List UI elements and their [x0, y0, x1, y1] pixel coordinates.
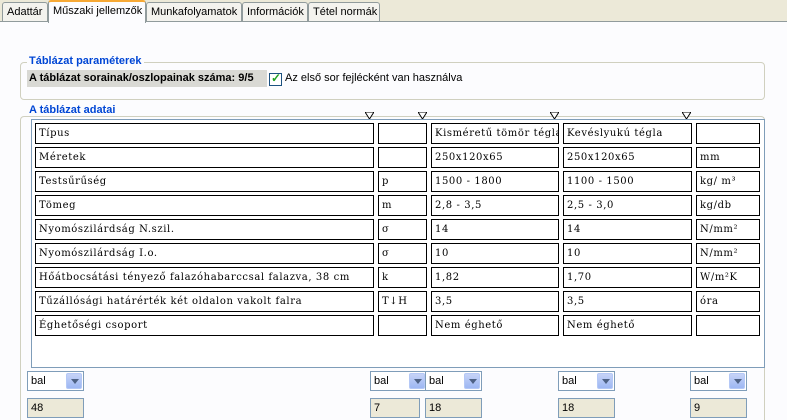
- table-cell[interactable]: 14: [431, 219, 559, 240]
- align-select-col1[interactable]: bal: [27, 371, 84, 391]
- table-cell[interactable]: 2,5 - 3,0: [563, 195, 692, 216]
- table-cell[interactable]: kg/ m³: [696, 171, 760, 192]
- params-title: Táblázat paraméterek: [27, 55, 144, 67]
- table-cell[interactable]: Típus: [35, 123, 374, 144]
- table-cell[interactable]: N/mm²: [696, 219, 760, 240]
- chevron-down-icon[interactable]: [66, 373, 82, 389]
- data-table[interactable]: Típus Kisméretű tömör tégla Kevéslyukú t…: [31, 119, 765, 368]
- table-cell[interactable]: W/m²K: [696, 267, 760, 288]
- tab-munkafolyamatok[interactable]: Munkafolyamatok: [146, 2, 242, 22]
- table-cell[interactable]: Méretek: [35, 147, 374, 168]
- align-select-value: bal: [429, 375, 444, 387]
- table-cell[interactable]: 1,70: [563, 267, 692, 288]
- align-select-col5[interactable]: bal: [690, 371, 747, 391]
- table-cell[interactable]: N/mm²: [696, 243, 760, 264]
- align-select-col2[interactable]: bal: [370, 371, 427, 391]
- table-cell[interactable]: kg/db: [696, 195, 760, 216]
- chevron-down-icon[interactable]: [729, 373, 745, 389]
- align-select-col4[interactable]: bal: [558, 371, 615, 391]
- width-input-col2[interactable]: 7: [370, 398, 420, 418]
- table-cell[interactable]: 10: [431, 243, 559, 264]
- table-cell[interactable]: Éghetőségi csoport: [35, 315, 374, 336]
- tab-tetel-normak[interactable]: Tétel normák: [308, 2, 380, 22]
- rows-cols-label: A táblázat sorainak/oszlopainak száma: 9…: [27, 70, 267, 87]
- table-cell[interactable]: 1500 - 1800: [431, 171, 559, 192]
- table-cell[interactable]: Nyomószilárdság N.szil.: [35, 219, 374, 240]
- table-cell[interactable]: 3,5: [431, 291, 559, 312]
- table-cell[interactable]: 10: [563, 243, 692, 264]
- table-cell[interactable]: 1100 - 1500: [563, 171, 692, 192]
- table-cell[interactable]: σ: [378, 219, 427, 240]
- align-select-value: bal: [31, 375, 46, 387]
- align-select-value: bal: [562, 375, 577, 387]
- table-cell[interactable]: Hőátbocsátási tényező falazóhabarccsal f…: [35, 267, 374, 288]
- table-cell[interactable]: mm: [696, 147, 760, 168]
- align-select-col3[interactable]: bal: [425, 371, 482, 391]
- align-select-value: bal: [374, 375, 389, 387]
- table-cell[interactable]: Tűzállósági határérték két oldalon vakol…: [35, 291, 374, 312]
- table-cell[interactable]: 14: [563, 219, 692, 240]
- tab-informaciok[interactable]: Információk: [242, 2, 308, 22]
- table-cell[interactable]: Tömeg: [35, 195, 374, 216]
- table-cell[interactable]: 1,82: [431, 267, 559, 288]
- width-input-col3[interactable]: 18: [425, 398, 482, 418]
- table-cell[interactable]: Nyomószilárdság I.o.: [35, 243, 374, 264]
- align-select-value: bal: [694, 375, 709, 387]
- tab-muszaki-jellemzok[interactable]: Műszaki jellemzők: [48, 0, 146, 23]
- header-checkbox-label: Az első sor fejlécként van használva: [285, 72, 463, 84]
- table-cell[interactable]: Testsűrűség: [35, 171, 374, 192]
- table-cell[interactable]: Nem éghető: [431, 315, 559, 336]
- table-cell[interactable]: 250x120x65: [563, 147, 692, 168]
- tab-adattar[interactable]: Adattár: [2, 2, 48, 22]
- width-input-col5[interactable]: 9: [690, 398, 747, 418]
- table-cell[interactable]: m: [378, 195, 427, 216]
- table-cell[interactable]: 250x120x65: [431, 147, 559, 168]
- table-cell[interactable]: 3,5: [563, 291, 692, 312]
- table-cell[interactable]: óra: [696, 291, 760, 312]
- checkmark-icon: ✓: [271, 71, 282, 85]
- chevron-down-icon[interactable]: [464, 373, 480, 389]
- table-cell[interactable]: p: [378, 171, 427, 192]
- chevron-down-icon[interactable]: [597, 373, 613, 389]
- table-cell[interactable]: Nem éghető: [563, 315, 692, 336]
- table-cell[interactable]: [696, 123, 760, 144]
- table-cell[interactable]: σ: [378, 243, 427, 264]
- width-input-col4[interactable]: 18: [558, 398, 615, 418]
- header-checkbox[interactable]: ✓: [269, 71, 282, 86]
- tab-strip: Adattár Műszaki jellemzők Munkafolyamato…: [0, 0, 787, 23]
- table-cell[interactable]: k: [378, 267, 427, 288]
- data-title: A táblázat adatai: [27, 104, 118, 116]
- table-cell[interactable]: [378, 147, 427, 168]
- chevron-down-icon[interactable]: [409, 373, 425, 389]
- table-cell[interactable]: 2,8 - 3,5: [431, 195, 559, 216]
- table-cell[interactable]: T↓H: [378, 291, 427, 312]
- table-cell[interactable]: [696, 315, 760, 336]
- width-input-col1[interactable]: 48: [27, 398, 84, 418]
- table-cell[interactable]: [378, 315, 427, 336]
- table-cell[interactable]: Kevéslyukú tégla: [563, 123, 692, 144]
- table-cell[interactable]: [378, 123, 427, 144]
- table-cell[interactable]: Kisméretű tömör tégla: [431, 123, 559, 144]
